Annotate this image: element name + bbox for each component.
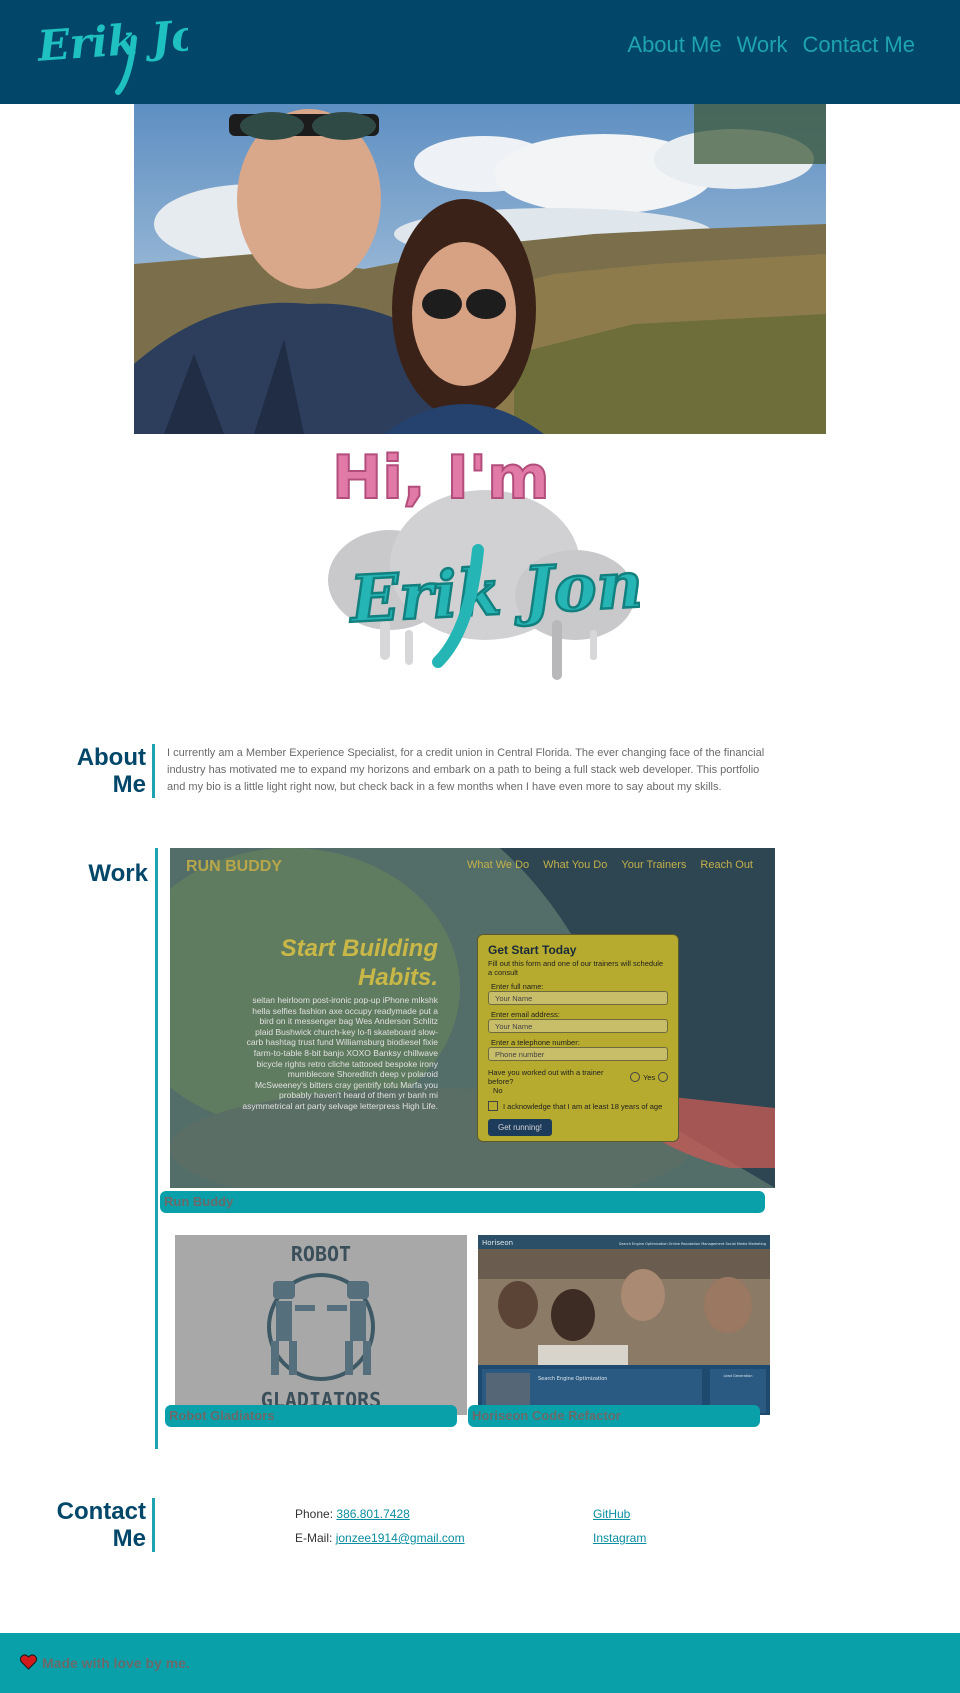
rb-nav-item: Reach Out bbox=[700, 859, 753, 871]
heart-icon bbox=[20, 1654, 37, 1670]
email-link[interactable]: jonzee1914@gmail.com bbox=[336, 1531, 465, 1545]
rb-no-label: No bbox=[493, 1086, 503, 1095]
rb-trainer-row: Have you worked out with a trainer befor… bbox=[488, 1068, 668, 1086]
rb-get-running-button: Get running! bbox=[488, 1119, 553, 1136]
phone-label: Phone: bbox=[295, 1507, 334, 1521]
run-buddy-nav: What We Do What You Do Your Trainers Rea… bbox=[467, 859, 753, 871]
instagram-link[interactable]: Instagram bbox=[593, 1531, 646, 1545]
email-row: E-Mail: jonzee1914@gmail.com bbox=[295, 1526, 465, 1550]
site-footer: Made with love by me. bbox=[0, 1633, 960, 1693]
main-nav: About Me Work Contact Me bbox=[627, 32, 915, 58]
rb-phone-input: Phone number bbox=[488, 1047, 668, 1061]
rb-name-input: Your Name bbox=[488, 991, 668, 1005]
nav-about-me[interactable]: About Me bbox=[627, 32, 721, 58]
nav-work[interactable]: Work bbox=[737, 32, 788, 58]
run-buddy-form: Get Start Today Fill out this form and o… bbox=[477, 934, 679, 1142]
svg-text:Search Engine Optimization: Search Engine Optimization bbox=[538, 1376, 607, 1382]
phone-row: Phone: 386.801.7428 bbox=[295, 1502, 465, 1526]
github-link[interactable]: GitHub bbox=[593, 1507, 630, 1521]
radio-icon bbox=[658, 1072, 668, 1082]
svg-text:Horiseon: Horiseon bbox=[482, 1239, 513, 1247]
contact-col-left: Phone: 386.801.7428 E-Mail: jonzee1914@g… bbox=[295, 1502, 465, 1550]
about-body: I currently am a Member Experience Speci… bbox=[167, 747, 765, 793]
svg-text:Erik Jones: Erik Jones bbox=[36, 8, 188, 71]
nav-contact-me[interactable]: Contact Me bbox=[803, 32, 916, 58]
contact-title: Contact Me bbox=[56, 1498, 146, 1552]
svg-text:ROBOT: ROBOT bbox=[291, 1242, 351, 1266]
project-card-run-buddy[interactable]: RUN BUDDY What We Do What You Do Your Tr… bbox=[170, 848, 775, 1188]
rb-nav-item: Your Trainers bbox=[621, 859, 687, 871]
rb-form-title: Get Start Today bbox=[488, 943, 577, 957]
about-divider bbox=[152, 744, 155, 798]
site-header: Erik Jones About Me Work Contact Me bbox=[0, 0, 960, 104]
erik-jones-logo[interactable]: Erik Jones bbox=[36, 8, 188, 96]
rb-nav-item: What You Do bbox=[543, 859, 608, 871]
rb-phone-label: Enter a telephone number: bbox=[491, 1038, 580, 1047]
run-buddy-headline: Start Building Habits. bbox=[280, 935, 438, 991]
project-label-run-buddy[interactable]: Run Buddy bbox=[160, 1191, 765, 1213]
radio-icon bbox=[630, 1072, 640, 1082]
run-buddy-body: seitan heirloom post-ironic pop-up iPhon… bbox=[242, 995, 438, 1111]
phone-link[interactable]: 386.801.7428 bbox=[336, 1507, 409, 1521]
footer-text: Made with love by me. bbox=[42, 1655, 190, 1671]
rb-email-label: Enter email address: bbox=[491, 1010, 560, 1019]
contact-col-right: GitHub Instagram bbox=[593, 1502, 646, 1550]
about-title: About Me bbox=[76, 744, 146, 798]
rb-ack-row: I acknowledge that I am at least 18 year… bbox=[488, 1101, 668, 1111]
rb-form-desc: Fill out this form and one of our traine… bbox=[488, 959, 664, 977]
rb-email-input: Your Name bbox=[488, 1019, 668, 1033]
work-divider bbox=[155, 848, 158, 1449]
project-card-robot-gladiators[interactable]: ROBOT GLADIATORS bbox=[175, 1235, 467, 1415]
svg-text:Hi, I'm: Hi, I'm bbox=[332, 443, 550, 513]
rb-nav-item: What We Do bbox=[467, 859, 530, 871]
hi-im-logo: Hi, I'm Erik Jones bbox=[328, 442, 640, 680]
run-buddy-brand: RUN BUDDY bbox=[186, 858, 282, 875]
project-label-horiseon[interactable]: Horiseon Code Refactor bbox=[468, 1405, 760, 1427]
svg-text:Lead Generation: Lead Generation bbox=[723, 1374, 752, 1378]
svg-text:Search Engine Optimization O: Search Engine Optimization Online Reputa… bbox=[619, 1242, 766, 1246]
email-label: E-Mail: bbox=[295, 1531, 333, 1545]
hero-photo bbox=[134, 104, 826, 434]
project-card-horiseon[interactable]: Horiseon Search Engine Optimization Onli… bbox=[478, 1235, 770, 1415]
rb-name-label: Enter full name: bbox=[491, 982, 544, 991]
checkbox-icon bbox=[488, 1101, 498, 1111]
contact-divider bbox=[152, 1498, 155, 1552]
project-label-robot-gladiators[interactable]: Robot Gladiators bbox=[165, 1405, 457, 1427]
work-title: Work bbox=[88, 860, 148, 887]
